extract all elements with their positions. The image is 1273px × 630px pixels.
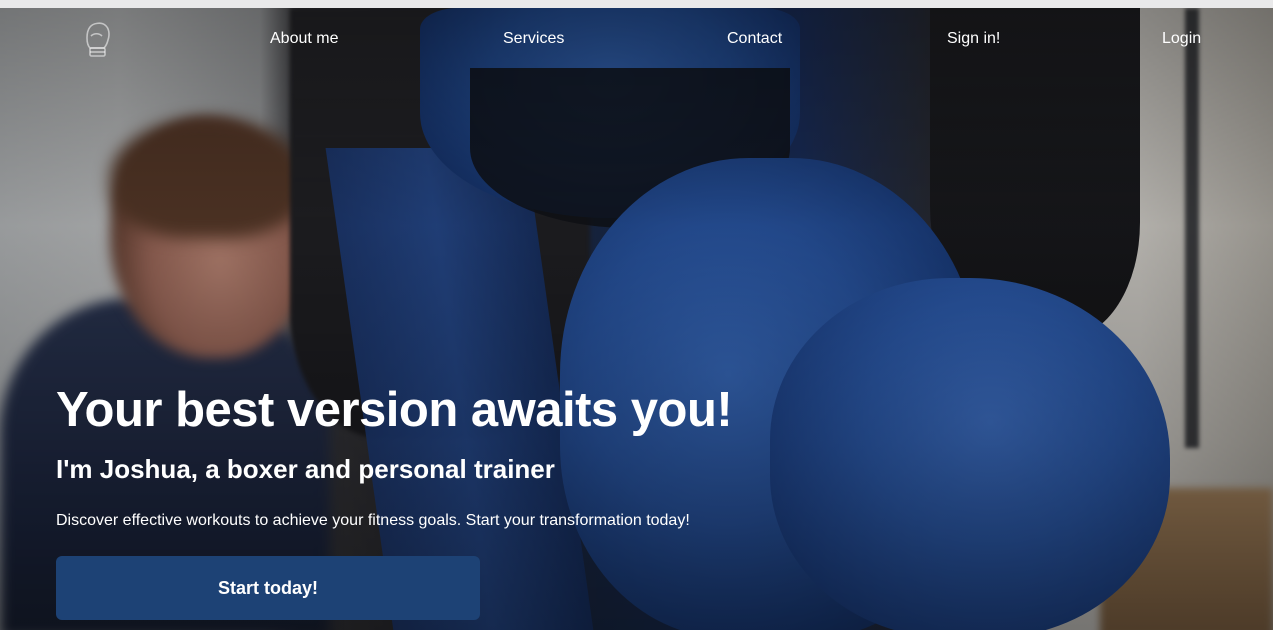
top-navigation: About me Services Contact Sign in! Login — [0, 8, 1273, 72]
nav-link-login[interactable]: Login — [1162, 30, 1201, 48]
nav-link-services[interactable]: Services — [503, 30, 564, 48]
nav-link-about-me[interactable]: About me — [270, 30, 338, 48]
hero-title: Your best version awaits you! — [56, 383, 733, 437]
hero-description: Discover effective workouts to achieve y… — [56, 512, 690, 529]
hero-subtitle: I'm Joshua, a boxer and personal trainer — [56, 454, 555, 484]
hero-section: About me Services Contact Sign in! Login… — [0, 8, 1273, 630]
background-dark-overlay — [0, 8, 1273, 630]
nav-link-contact[interactable]: Contact — [727, 30, 782, 48]
hero-background-image — [0, 8, 1273, 630]
nav-link-sign-in[interactable]: Sign in! — [947, 30, 1000, 48]
boxing-glove-icon[interactable] — [84, 20, 112, 60]
start-today-button[interactable]: Start today! — [56, 556, 480, 620]
